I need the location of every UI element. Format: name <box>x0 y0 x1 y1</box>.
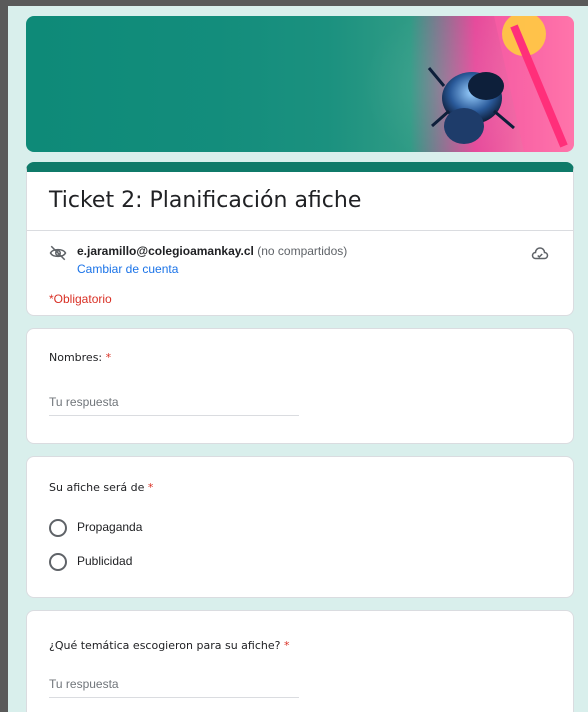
question-label: Su afiche será de * <box>49 481 153 494</box>
account-email-text: e.jaramillo@colegioamankay.cl <box>77 244 254 258</box>
tematica-input[interactable]: Tu respuesta <box>49 675 299 698</box>
required-star: * <box>105 351 112 364</box>
switch-account-link[interactable]: Cambiar de cuenta <box>77 262 178 276</box>
question-label: Nombres: * <box>49 351 111 364</box>
account-email: e.jaramillo@colegioamankay.cl (no compar… <box>77 244 347 258</box>
input-placeholder: Tu respuesta <box>49 677 119 691</box>
radio-label: Propaganda <box>77 520 143 534</box>
question-label: ¿Qué temática escogieron para su afiche?… <box>49 639 289 652</box>
form-title: Ticket 2: Planificación afiche <box>49 188 362 213</box>
cloud-icon <box>531 247 549 260</box>
account-note: (no compartidos) <box>257 244 348 258</box>
question-card-afiche-tipo: Su afiche será de * Propaganda Publicida… <box>26 456 574 598</box>
required-star: * <box>283 639 290 652</box>
question-card-nombres: Nombres: * Tu respuesta <box>26 328 574 444</box>
form-page: Ticket 2: Planificación afiche e.jaramil… <box>8 6 588 712</box>
insect-artwork <box>427 16 574 152</box>
question-card-tematica: ¿Qué temática escogieron para su afiche?… <box>26 610 574 712</box>
input-placeholder: Tu respuesta <box>49 395 119 409</box>
radio-button[interactable] <box>49 519 67 537</box>
header-banner-image <box>26 16 574 152</box>
question-text: ¿Qué temática escogieron para su afiche? <box>49 639 281 652</box>
form-header-card: Ticket 2: Planificación afiche e.jaramil… <box>26 162 574 316</box>
radio-label: Publicidad <box>77 554 133 568</box>
question-text: Nombres: <box>49 351 103 364</box>
question-text: Su afiche será de <box>49 481 145 494</box>
radio-button[interactable] <box>49 553 67 571</box>
divider <box>27 230 573 231</box>
account-row: e.jaramillo@colegioamankay.cl (no compar… <box>49 244 553 280</box>
nombres-input[interactable]: Tu respuesta <box>49 393 299 416</box>
hide-eye-icon <box>49 245 67 261</box>
required-note: *Obligatorio <box>49 292 112 306</box>
required-star: * <box>147 481 154 494</box>
